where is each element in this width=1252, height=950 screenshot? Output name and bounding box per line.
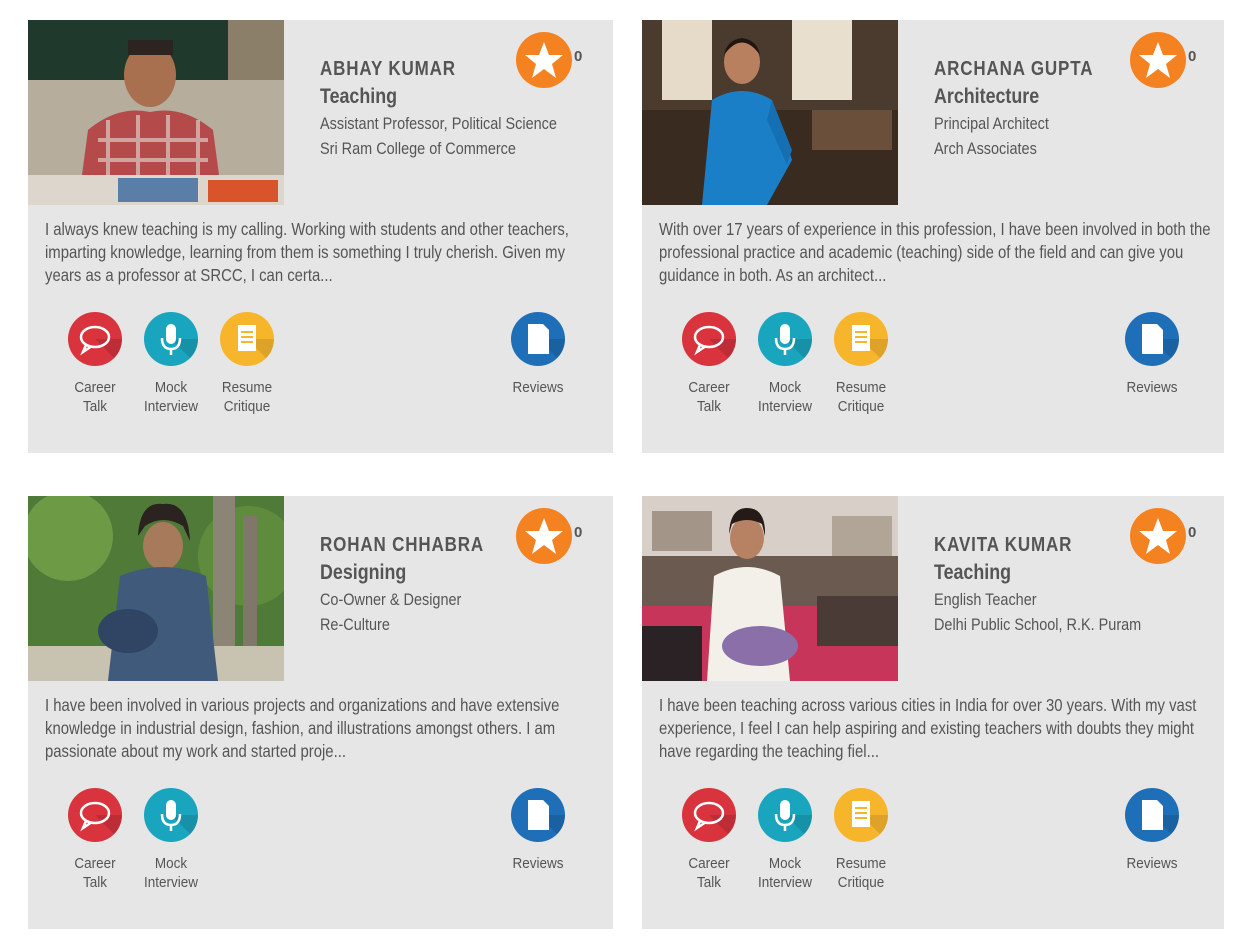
reviews-label: Reviews — [1126, 855, 1178, 872]
mentor-photo — [642, 496, 898, 681]
mentor-photo — [28, 20, 284, 205]
mentor-name[interactable]: ROHAN CHHABRA — [320, 534, 484, 557]
microphone-icon — [758, 788, 812, 842]
mentor-field: Teaching — [934, 561, 1012, 584]
document-icon — [220, 312, 274, 366]
mentor-photo — [28, 496, 284, 681]
mentor-role: Assistant Professor, Political Science — [320, 114, 557, 133]
mentor-card[interactable]: 0 ARCHANA GUPTA Architecture Principal A… — [642, 20, 1224, 453]
reviews-button[interactable]: Reviews — [1114, 788, 1190, 873]
mentor-photo — [642, 20, 898, 205]
reviews-page-icon — [1125, 312, 1179, 366]
reviews-page-icon — [511, 312, 565, 366]
mock-interview-button[interactable]: Mock Interview — [133, 788, 209, 892]
star-rating-icon — [516, 508, 572, 564]
career-talk-label: Career Talk — [74, 855, 116, 891]
mock-interview-button[interactable]: Mock Interview — [133, 312, 209, 416]
career-talk-label: Career Talk — [688, 379, 730, 415]
mentor-card[interactable]: 0 ROHAN CHHABRA Designing Co-Owner & Des… — [28, 496, 613, 929]
mentor-card[interactable]: 0 ABHAY KUMAR Teaching Assistant Profess… — [28, 20, 613, 453]
reviews-page-icon — [1125, 788, 1179, 842]
mentor-field: Designing — [320, 561, 407, 584]
star-count: 0 — [1188, 524, 1197, 541]
mentor-role: Co-Owner & Designer — [320, 590, 462, 609]
career-talk-button[interactable]: Career Talk — [671, 788, 747, 892]
resume-critique-button[interactable]: Resume Critique — [823, 788, 899, 892]
microphone-icon — [144, 788, 198, 842]
star-rating-icon — [516, 32, 572, 88]
mentor-description: I always knew teaching is my calling. Wo… — [45, 219, 569, 285]
career-talk-button[interactable]: Career Talk — [671, 312, 747, 416]
star-count: 0 — [574, 48, 583, 65]
mock-interview-label: Mock Interview — [757, 379, 813, 415]
star-rating-icon — [1130, 32, 1186, 88]
mentor-description: With over 17 years of experience in this… — [659, 219, 1211, 285]
mentor-name[interactable]: ARCHANA GUPTA — [934, 58, 1093, 81]
mentor-description: I have been involved in various projects… — [45, 695, 560, 761]
reviews-button[interactable]: Reviews — [500, 312, 576, 397]
reviews-label: Reviews — [1126, 379, 1178, 396]
mock-interview-label: Mock Interview — [143, 379, 199, 415]
document-icon — [834, 312, 888, 366]
reviews-button[interactable]: Reviews — [500, 788, 576, 873]
mentor-role: English Teacher — [934, 590, 1037, 609]
mock-interview-button[interactable]: Mock Interview — [747, 788, 823, 892]
career-talk-button[interactable]: Career Talk — [57, 788, 133, 892]
mentor-organization: Arch Associates — [934, 139, 1037, 158]
speech-bubble-icon — [68, 312, 122, 366]
resume-critique-button[interactable]: Resume Critique — [209, 312, 285, 416]
career-talk-button[interactable]: Career Talk — [57, 312, 133, 416]
mentor-field: Architecture — [934, 85, 1040, 108]
resume-critique-label: Resume Critique — [221, 379, 273, 415]
resume-critique-button[interactable]: Resume Critique — [823, 312, 899, 416]
microphone-icon — [758, 312, 812, 366]
career-talk-label: Career Talk — [74, 379, 116, 415]
speech-bubble-icon — [682, 788, 736, 842]
career-talk-label: Career Talk — [688, 855, 730, 891]
microphone-icon — [144, 312, 198, 366]
reviews-label: Reviews — [512, 379, 564, 396]
mock-interview-button[interactable]: Mock Interview — [747, 312, 823, 416]
resume-critique-label: Resume Critique — [835, 379, 887, 415]
reviews-label: Reviews — [512, 855, 564, 872]
mentor-field: Teaching — [320, 85, 398, 108]
star-count: 0 — [1188, 48, 1197, 65]
speech-bubble-icon — [682, 312, 736, 366]
document-icon — [834, 788, 888, 842]
resume-critique-label: Resume Critique — [835, 855, 887, 891]
star-count: 0 — [574, 524, 583, 541]
mentor-organization: Re-Culture — [320, 615, 390, 634]
reviews-button[interactable]: Reviews — [1114, 312, 1190, 397]
mentor-name[interactable]: KAVITA KUMAR — [934, 534, 1072, 557]
reviews-page-icon — [511, 788, 565, 842]
mock-interview-label: Mock Interview — [143, 855, 199, 891]
speech-bubble-icon — [68, 788, 122, 842]
mentor-description: I have been teaching across various citi… — [659, 695, 1197, 761]
mentor-name[interactable]: ABHAY KUMAR — [320, 58, 456, 81]
mentor-role: Principal Architect — [934, 114, 1049, 133]
star-rating-icon — [1130, 508, 1186, 564]
mentor-organization: Sri Ram College of Commerce — [320, 139, 516, 158]
mentor-card[interactable]: 0 KAVITA KUMAR Teaching English Teacher … — [642, 496, 1224, 929]
mentor-organization: Delhi Public School, R.K. Puram — [934, 615, 1142, 634]
mock-interview-label: Mock Interview — [757, 855, 813, 891]
